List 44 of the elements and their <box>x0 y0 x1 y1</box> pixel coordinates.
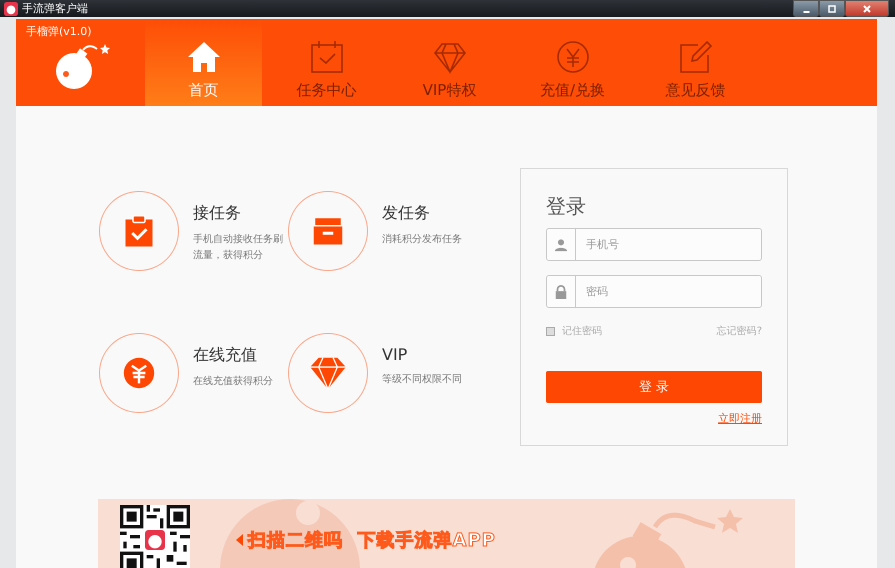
maximize-icon <box>827 4 837 14</box>
feature-description: 在线充值获得积分 <box>193 374 274 389</box>
lock-icon <box>554 284 568 298</box>
gem-icon <box>309 356 347 390</box>
password-input[interactable]: 密码 <box>576 276 761 307</box>
user-icon <box>554 238 568 252</box>
feature-description: 手机自动接收任务刷流量，获得积分 <box>193 232 284 263</box>
feature-title: VIP <box>382 345 408 364</box>
nav-tab[interactable]: 充值/兑换 <box>514 19 631 106</box>
phone-field[interactable]: 手机号 <box>546 228 762 261</box>
login-button[interactable]: 登 录 <box>546 371 762 403</box>
feature-title: 发任务 <box>382 203 431 224</box>
banner-text: 扫描二维吗 下载手流弹APP <box>248 529 496 552</box>
login-title: 登录 <box>546 193 586 220</box>
feature-description: 等级不同权限不同 <box>382 372 463 387</box>
nav-tab[interactable]: 任务中心 <box>268 19 385 106</box>
feature-title: 在线充值 <box>193 345 258 366</box>
nav-tab[interactable]: VIP特权 <box>391 19 508 106</box>
yen-coin-icon <box>123 357 155 389</box>
window-title: 手流弹客户端 <box>22 1 88 16</box>
maximize-button[interactable] <box>819 0 845 17</box>
nav-tab[interactable]: 意见反馈 <box>637 19 754 106</box>
clipboard-check-icon <box>124 214 154 248</box>
phone-input[interactable]: 手机号 <box>576 229 761 260</box>
edit-icon <box>678 39 714 75</box>
password-field[interactable]: 密码 <box>546 275 762 308</box>
remember-checkbox[interactable] <box>546 326 555 336</box>
minimize-button[interactable] <box>793 0 819 17</box>
remember-label: 记住密码 <box>562 324 602 338</box>
left-triangle-icon <box>234 533 244 547</box>
close-button[interactable] <box>845 0 889 17</box>
app-name: 手榴弹(v1.0) <box>26 24 93 39</box>
app-icon <box>4 2 18 16</box>
drawer-icon <box>313 216 343 246</box>
yen-circle-icon <box>554 39 590 75</box>
calendar-check-icon <box>308 39 344 75</box>
feature-title: 接任务 <box>193 203 242 224</box>
feature-description: 消耗积分发布任务 <box>382 232 463 247</box>
register-link[interactable]: 立即注册 <box>718 411 762 426</box>
minimize-icon <box>802 10 810 12</box>
forgot-password-link[interactable]: 忘记密码? <box>716 324 762 338</box>
home-icon <box>186 39 222 75</box>
close-icon <box>862 4 872 14</box>
qr-code-icon <box>120 505 190 568</box>
